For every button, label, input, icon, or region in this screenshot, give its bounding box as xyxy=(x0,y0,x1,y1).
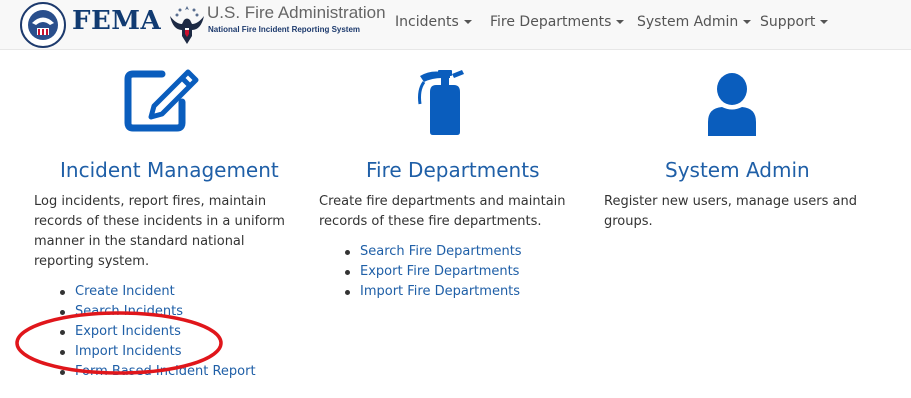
nav-fire-departments-dropdown[interactable]: Fire Departments xyxy=(490,14,625,30)
bullet-icon xyxy=(345,250,350,255)
bullet-icon xyxy=(60,310,65,315)
usfa-eagle-logo[interactable] xyxy=(168,2,206,46)
caret-down-icon xyxy=(743,20,752,24)
incident-management-links: Create Incident Search Incidents Export … xyxy=(60,282,256,382)
fema-logo-text[interactable]: FEMA xyxy=(72,6,161,36)
user-icon[interactable] xyxy=(704,72,760,136)
bullet-icon xyxy=(60,330,65,335)
list-item: Import Incidents xyxy=(60,342,256,362)
fire-departments-description: Create fire departments and maintain rec… xyxy=(319,194,566,229)
nav-system-admin-dropdown[interactable]: System Admin xyxy=(637,14,752,30)
bullet-icon xyxy=(60,350,65,355)
incident-management-title[interactable]: Incident Management xyxy=(60,158,279,182)
usfa-subtitle: National Fire Incident Reporting System xyxy=(208,25,361,34)
create-incident-link[interactable]: Create Incident xyxy=(75,284,175,299)
usfa-title: U.S. Fire Administration xyxy=(207,3,386,22)
dhs-seal-logo[interactable] xyxy=(20,2,66,48)
fire-extinguisher-icon[interactable] xyxy=(416,68,468,136)
caret-down-icon xyxy=(820,20,829,24)
list-item: Create Incident xyxy=(60,282,256,302)
list-item: Search Fire Departments xyxy=(345,242,522,262)
fire-departments-title[interactable]: Fire Departments xyxy=(366,158,540,182)
nav-incidents-dropdown[interactable]: Incidents xyxy=(395,14,472,30)
caret-down-icon xyxy=(616,20,625,24)
search-fire-departments-link[interactable]: Search Fire Departments xyxy=(360,244,522,259)
list-item: Search Incidents xyxy=(60,302,256,322)
edit-icon[interactable] xyxy=(124,68,200,132)
list-item: Import Fire Departments xyxy=(345,282,522,302)
caret-down-icon xyxy=(463,20,472,24)
search-incidents-link[interactable]: Search Incidents xyxy=(75,304,183,319)
incident-management-description: Log incidents, report fires, maintain re… xyxy=(34,194,285,269)
fire-departments-links: Search Fire Departments Export Fire Depa… xyxy=(345,242,522,302)
bullet-icon xyxy=(345,290,350,295)
nav-support-label: Support xyxy=(760,14,816,30)
bullet-icon xyxy=(60,290,65,295)
system-admin-description: Register new users, manage users and gro… xyxy=(604,194,857,229)
list-item: Form Based Incident Report xyxy=(60,362,256,382)
list-item: Export Incidents xyxy=(60,322,256,342)
bullet-icon xyxy=(60,370,65,375)
list-item: Export Fire Departments xyxy=(345,262,522,282)
bullet-icon xyxy=(345,270,350,275)
export-incidents-link[interactable]: Export Incidents xyxy=(75,324,181,339)
nav-support-dropdown[interactable]: Support xyxy=(760,14,829,30)
nav-fire-departments-label: Fire Departments xyxy=(490,14,612,30)
import-fire-departments-link[interactable]: Import Fire Departments xyxy=(360,284,520,299)
import-incidents-link[interactable]: Import Incidents xyxy=(75,344,181,359)
nav-system-admin-label: System Admin xyxy=(637,14,739,30)
top-navbar: FEMA U.S. Fire Administration National F… xyxy=(0,0,911,50)
form-based-incident-report-link[interactable]: Form Based Incident Report xyxy=(75,364,256,379)
system-admin-title[interactable]: System Admin xyxy=(665,158,810,182)
nav-incidents-label: Incidents xyxy=(395,14,459,30)
export-fire-departments-link[interactable]: Export Fire Departments xyxy=(360,264,519,279)
